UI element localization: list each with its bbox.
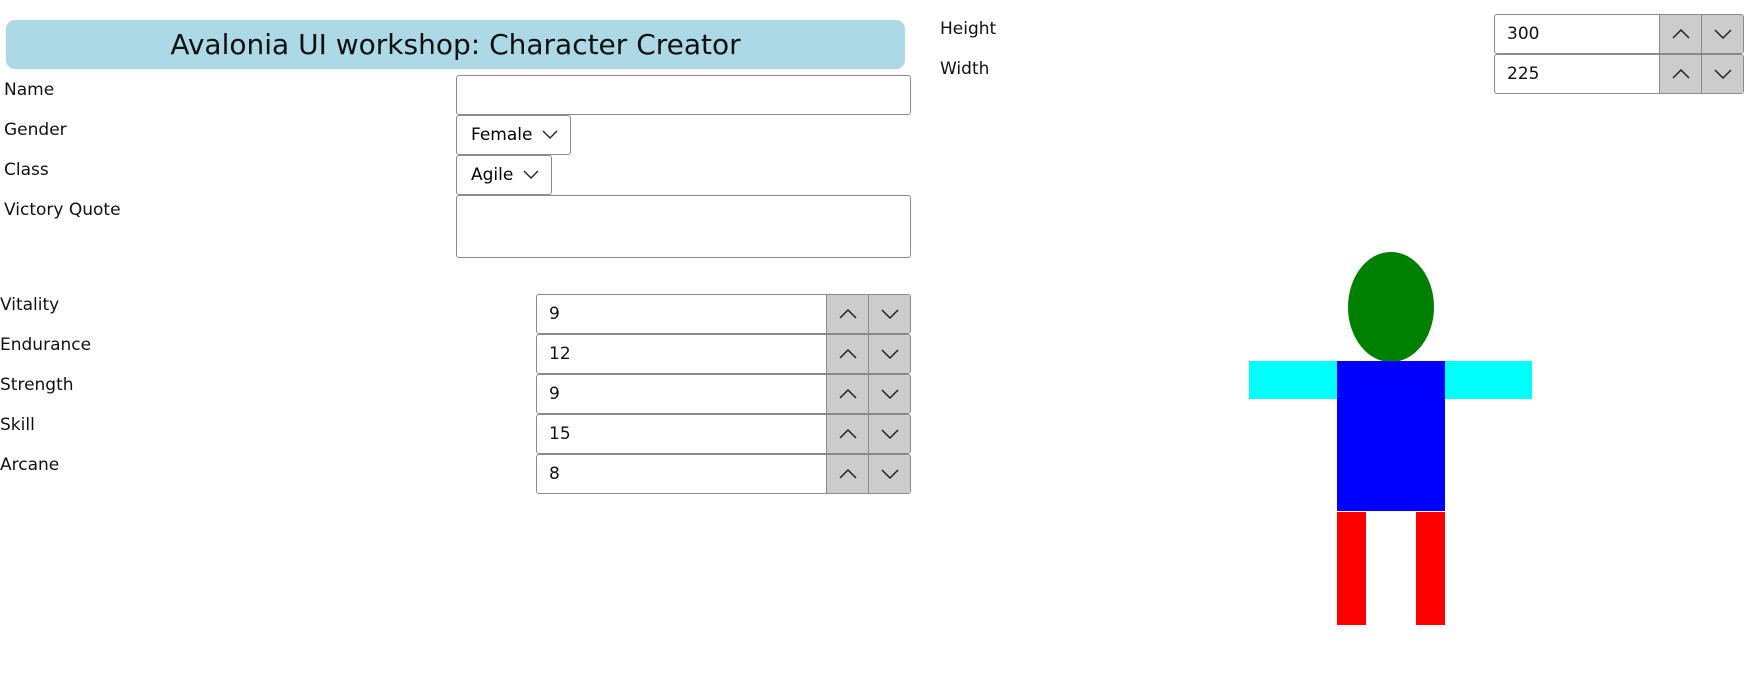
stat-skill-value[interactable]: 15	[537, 415, 826, 453]
stat-arcane-value[interactable]: 8	[537, 455, 826, 493]
gender-selected-value: Female	[471, 125, 533, 145]
chevron-down-icon	[880, 469, 899, 479]
stat-vitality-stepper[interactable]: 9	[536, 294, 911, 334]
stat-strength-decrease-button[interactable]	[868, 375, 910, 413]
chevron-down-icon	[523, 170, 539, 180]
gender-label: Gender	[4, 120, 67, 140]
stat-endurance-increase-button[interactable]	[826, 335, 868, 373]
chevron-down-icon	[880, 349, 899, 359]
stat-strength-value[interactable]: 9	[537, 375, 826, 413]
stat-arcane-increase-button[interactable]	[826, 455, 868, 493]
chevron-up-icon	[1671, 69, 1690, 79]
character-head	[1348, 252, 1434, 362]
preview-height-stepper[interactable]: 300	[1494, 14, 1744, 54]
preview-width-label: Width	[940, 59, 990, 79]
stat-label-skill: Skill	[0, 415, 35, 435]
character-preview	[1249, 252, 1532, 625]
chevron-down-icon	[880, 309, 899, 319]
victory-quote-input[interactable]	[456, 195, 911, 258]
character-left-leg	[1337, 512, 1366, 625]
stat-arcane-stepper[interactable]: 8	[536, 454, 911, 494]
chevron-down-icon	[1713, 29, 1732, 39]
chevron-up-icon	[838, 309, 857, 319]
stat-label-strength: Strength	[0, 375, 74, 395]
stat-arcane-decrease-button[interactable]	[868, 455, 910, 493]
preview-width-stepper[interactable]: 225	[1494, 54, 1744, 94]
name-input[interactable]	[456, 75, 911, 115]
stat-vitality-increase-button[interactable]	[826, 295, 868, 333]
stat-strength-stepper[interactable]: 9	[536, 374, 911, 414]
stat-label-vitality: Vitality	[0, 295, 60, 315]
character-left-arm	[1249, 361, 1337, 399]
name-label: Name	[4, 80, 55, 100]
page-title: Avalonia UI workshop: Character Creator	[6, 20, 905, 69]
stat-endurance-stepper[interactable]: 12	[536, 334, 911, 374]
character-right-arm	[1445, 361, 1532, 399]
chevron-up-icon	[838, 429, 857, 439]
class-label: Class	[4, 160, 49, 180]
chevron-up-icon	[838, 389, 857, 399]
preview-height-label: Height	[940, 19, 997, 39]
stat-label-endurance: Endurance	[0, 335, 92, 355]
class-selected-value: Agile	[471, 165, 514, 185]
stat-endurance-decrease-button[interactable]	[868, 335, 910, 373]
preview-height-value[interactable]: 300	[1495, 15, 1659, 53]
preview-width-increase-button[interactable]	[1659, 55, 1701, 93]
stat-label-arcane: Arcane	[0, 455, 60, 475]
preview-height-decrease-button[interactable]	[1701, 15, 1743, 53]
preview-width-decrease-button[interactable]	[1701, 55, 1743, 93]
chevron-down-icon	[880, 429, 899, 439]
character-right-leg	[1416, 512, 1445, 625]
preview-width-value[interactable]: 225	[1495, 55, 1659, 93]
character-torso	[1337, 361, 1445, 511]
stat-vitality-value[interactable]: 9	[537, 295, 826, 333]
chevron-up-icon	[838, 469, 857, 479]
chevron-down-icon	[542, 130, 558, 140]
chevron-up-icon	[1671, 29, 1690, 39]
chevron-down-icon	[880, 389, 899, 399]
stat-endurance-value[interactable]: 12	[537, 335, 826, 373]
stat-skill-decrease-button[interactable]	[868, 415, 910, 453]
chevron-down-icon	[1713, 69, 1732, 79]
stat-vitality-decrease-button[interactable]	[868, 295, 910, 333]
victory-quote-label: Victory Quote	[4, 200, 121, 220]
preview-height-increase-button[interactable]	[1659, 15, 1701, 53]
stat-strength-increase-button[interactable]	[826, 375, 868, 413]
class-dropdown[interactable]: Agile	[456, 155, 552, 195]
gender-dropdown[interactable]: Female	[456, 115, 571, 155]
stat-skill-stepper[interactable]: 15	[536, 414, 911, 454]
chevron-up-icon	[838, 349, 857, 359]
stat-skill-increase-button[interactable]	[826, 415, 868, 453]
